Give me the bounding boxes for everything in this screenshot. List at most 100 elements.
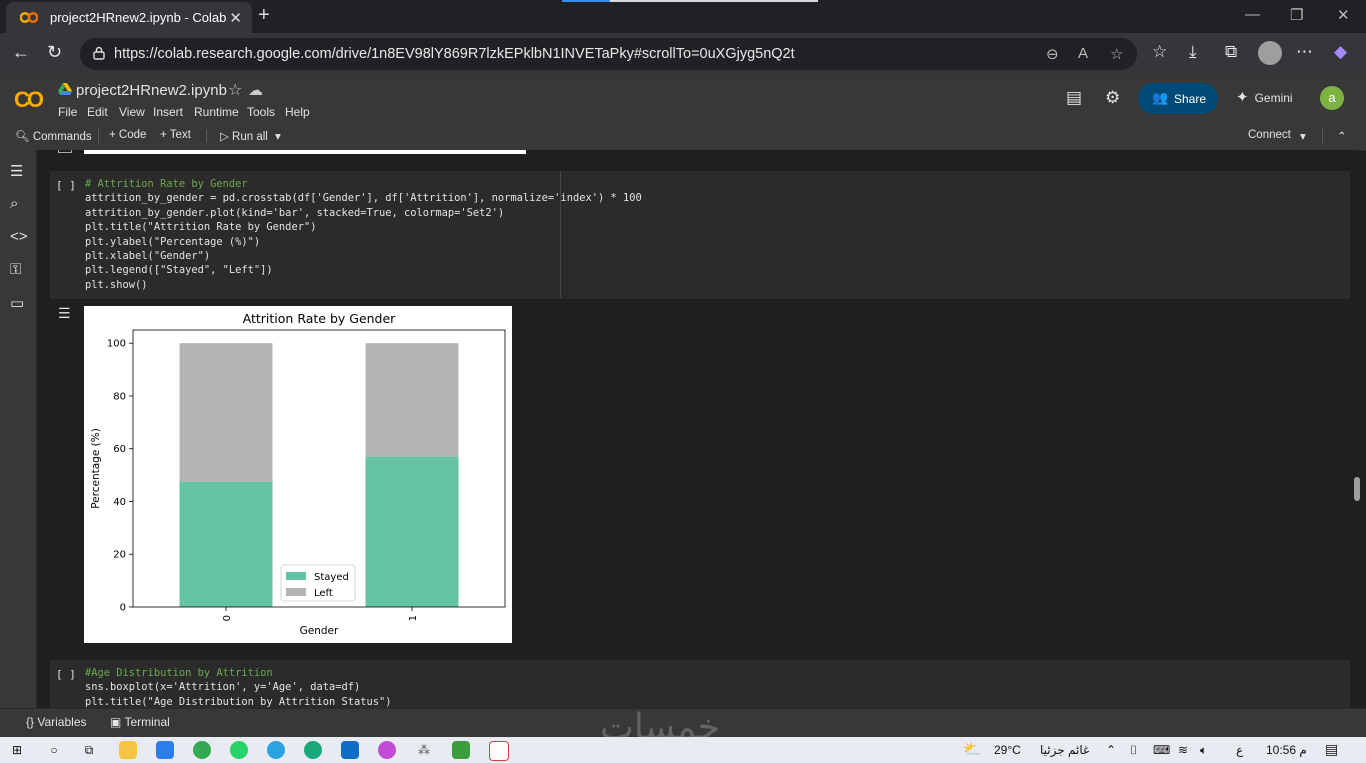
notebook-name[interactable]: project2HRnew2.ipynb (76, 82, 227, 99)
run-all-dropdown-icon[interactable]: ▾ (275, 129, 281, 143)
previous-output-remnant (84, 150, 526, 154)
site-info-icon[interactable] (92, 46, 106, 60)
menu-view[interactable]: View (119, 105, 145, 119)
downloads-icon[interactable]: ⤓ (1189, 42, 1197, 62)
tab-close-icon[interactable]: ✕ (229, 9, 242, 27)
code-snippets-icon[interactable]: <> (10, 228, 28, 245)
keyboard-icon[interactable]: ⌨ (1153, 743, 1170, 757)
table-of-contents-icon[interactable]: ☰ (10, 162, 23, 180)
account-avatar[interactable]: a (1320, 86, 1344, 110)
task-view-icon[interactable]: ⧉ (80, 741, 98, 759)
wifi-icon[interactable]: ≋ (1178, 743, 1188, 757)
file-explorer-icon[interactable] (119, 741, 137, 759)
output-actions-icon[interactable]: ☰ (58, 305, 71, 322)
menu-edit[interactable]: Edit (87, 105, 108, 119)
menu-help[interactable]: Help (285, 105, 310, 119)
code-line: plt.title("Attrition Rate by Gender") (85, 221, 317, 234)
network-app-icon[interactable]: ⁂ (415, 741, 433, 759)
image-app-icon[interactable] (452, 741, 470, 759)
notebook-toolbar: 🔍︎ Commands + Code + Text ▷ Run all ▾ Co… (0, 123, 1366, 151)
chart-bar-left (365, 343, 459, 457)
x-tick-label: 1 (408, 615, 419, 621)
omnibox[interactable]: https://colab.research.google.com/drive/… (80, 38, 1137, 70)
active-app-icon[interactable] (489, 741, 509, 761)
x-axis-label: Gender (300, 625, 339, 637)
store-icon[interactable] (156, 741, 174, 759)
language-indicator[interactable]: ع (1236, 743, 1243, 757)
vscode-icon[interactable] (341, 741, 359, 759)
y-tick-label: 40 (113, 497, 126, 508)
restore-icon[interactable]: ❐ (1290, 6, 1303, 24)
gemini-button[interactable]: ✦ Gemini (1236, 88, 1293, 106)
code-cell[interactable]: [ ] # Attrition Rate by Gender attrition… (50, 171, 1350, 299)
comments-icon[interactable]: ▤ (1066, 88, 1082, 108)
y-tick-label: 100 (107, 339, 126, 350)
secrets-key-icon[interactable]: ⚿ (10, 261, 21, 278)
weather-icon[interactable]: ⛅ (963, 740, 982, 758)
volume-icon[interactable]: 🔈︎ (1200, 743, 1207, 758)
loading-indicator-track (610, 0, 818, 2)
edge-icon[interactable] (304, 741, 322, 759)
copilot-app-icon[interactable] (378, 741, 396, 759)
code-cell[interactable]: [ ] #Age Distribution by Attrition sns.b… (50, 660, 1350, 708)
star-notebook-icon[interactable]: ☆ (228, 80, 242, 100)
window-close-icon[interactable]: ✕ (1337, 6, 1350, 24)
cloud-saved-icon[interactable]: ☁ (248, 81, 263, 99)
run-cell-button[interactable]: [ ] (56, 668, 76, 681)
back-icon[interactable]: ← (12, 42, 30, 63)
code-editor[interactable]: # Attrition Rate by Gender attrition_by_… (85, 177, 642, 292)
find-replace-icon[interactable]: ⌕ (10, 195, 18, 212)
notebook-scrollbar[interactable] (1354, 477, 1360, 501)
colab-logo-icon[interactable]: CO (14, 87, 44, 113)
variables-button[interactable]: {} Variables (26, 715, 87, 729)
commands-button[interactable]: 🔍︎ Commands (15, 129, 92, 143)
legend-swatch-left (286, 588, 306, 596)
clock-time[interactable]: 10:56 م (1266, 743, 1307, 757)
attrition-bar-chart: 0 1020406080100Attrition Rate by GenderGe… (90, 311, 506, 637)
share-button[interactable]: 👥 Share (1138, 83, 1218, 114)
add-code-button[interactable]: + Code (109, 129, 146, 141)
output-toggle-icon[interactable] (58, 150, 72, 153)
add-text-button[interactable]: + Text (160, 129, 191, 141)
reload-icon[interactable]: ↻ (47, 42, 62, 63)
copilot-icon[interactable]: ◆ (1334, 42, 1347, 62)
run-all-button[interactable]: ▷ Run all (220, 129, 268, 143)
code-line: plt.ylabel("Percentage (%)") (85, 235, 261, 248)
minimize-icon[interactable]: — (1245, 6, 1260, 23)
more-menu-icon[interactable]: ⋯ (1296, 42, 1313, 62)
search-icon: 🔍︎ (15, 131, 30, 143)
terminal-icon: ▣ (110, 715, 122, 729)
y-tick-label: 80 (113, 391, 126, 402)
chrome-icon[interactable] (193, 741, 211, 759)
read-aloud-icon[interactable]: A (1078, 45, 1088, 62)
code-editor[interactable]: #Age Distribution by Attrition sns.boxpl… (85, 666, 392, 708)
new-tab-icon[interactable]: + (258, 4, 270, 27)
legend-swatch-stayed (286, 572, 306, 580)
favorites-icon[interactable]: ☆ (1152, 42, 1167, 62)
menu-insert[interactable]: Insert (153, 105, 183, 119)
run-cell-button[interactable]: [ ] (56, 179, 76, 192)
terminal-button[interactable]: ▣ Terminal (110, 715, 170, 729)
telegram-icon[interactable] (267, 741, 285, 759)
menu-runtime[interactable]: Runtime (194, 105, 239, 119)
windows-start-icon[interactable]: ⊞ (8, 741, 26, 759)
zoom-icon[interactable]: ⊖ (1046, 45, 1059, 63)
camera-icon[interactable]: ⌷ (1130, 743, 1137, 758)
notifications-icon[interactable]: ▤ (1325, 741, 1338, 758)
collapse-header-icon[interactable]: ⌃ (1337, 129, 1347, 143)
screenshot-icon[interactable]: ⧉ (1225, 42, 1237, 62)
menu-file[interactable]: File (58, 105, 77, 119)
files-folder-icon[interactable]: ▭ (10, 294, 24, 312)
windows-taskbar: ⊞ ○ ⧉ ⁂ ⛅ 29°C غائم جزئيا ⌃ ⌷ ⌨ ≋ 🔈︎ ع 1… (0, 737, 1366, 763)
connect-button[interactable]: Connect (1248, 129, 1291, 141)
browser-tab[interactable]: project2HRnew2.ipynb - Colab ✕ (6, 2, 252, 33)
profile-avatar[interactable] (1258, 41, 1282, 65)
whatsapp-icon[interactable] (230, 741, 248, 759)
tray-chevron-icon[interactable]: ⌃ (1106, 743, 1116, 757)
search-icon[interactable]: ○ (45, 741, 63, 759)
settings-gear-icon[interactable]: ⚙ (1105, 88, 1120, 108)
menu-tools[interactable]: Tools (247, 105, 275, 119)
address-bar-row: ← ↻ https://colab.research.google.com/dr… (0, 33, 1366, 75)
connect-dropdown-icon[interactable]: ▾ (1300, 129, 1306, 143)
favorite-star-icon[interactable]: ☆ (1110, 45, 1123, 63)
